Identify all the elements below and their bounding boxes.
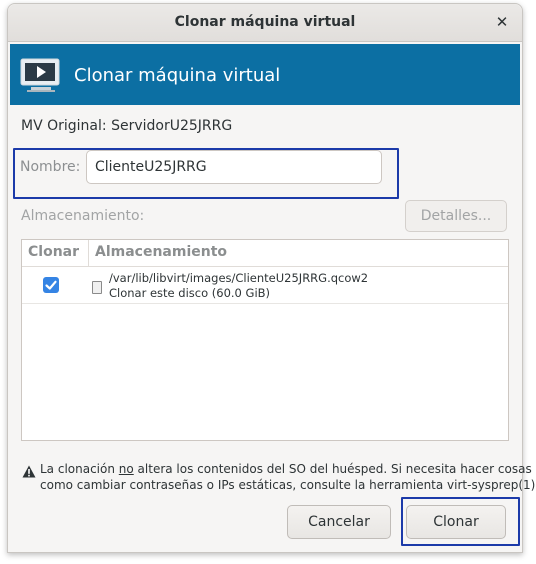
close-icon[interactable]: ✕ <box>494 14 510 30</box>
column-header-clone[interactable]: Clonar <box>28 244 79 260</box>
storage-table: Clonar Almacenamiento /var/lib/libvirt/i… <box>21 239 509 441</box>
name-label: Nombre: <box>20 159 81 175</box>
original-vm-label: MV Original: <box>21 118 107 134</box>
warning-text-emphasis: no <box>118 462 134 476</box>
vm-screen-icon <box>20 58 60 92</box>
disk-path: /var/lib/libvirt/images/ClienteU25JRRG.q… <box>109 271 369 285</box>
storage-label: Almacenamiento: <box>21 208 145 224</box>
table-row[interactable]: /var/lib/libvirt/images/ClienteU25JRRG.q… <box>22 267 508 304</box>
header-banner: Clonar máquina virtual <box>10 44 520 105</box>
title-bar: Clonar máquina virtual ✕ <box>8 4 522 42</box>
banner-title: Clonar máquina virtual <box>74 65 281 86</box>
cancel-button[interactable]: Cancelar <box>287 505 391 539</box>
disk-file-icon <box>92 281 102 294</box>
details-button[interactable]: Detalles... <box>405 200 507 232</box>
clone-vm-dialog: Clonar máquina virtual ✕ Clonar máquina … <box>7 3 536 553</box>
disk-description: Clonar este disco (60.0 GiB) <box>109 286 271 300</box>
warning-text-start: La clonación <box>40 462 119 476</box>
warning-text-line-1: La clonación no altera los contenidos de… <box>40 462 532 476</box>
warning-text-line-2: como cambiar contraseñas o IPs estáticas… <box>40 478 536 492</box>
table-header: Clonar Almacenamiento <box>22 240 508 267</box>
warning-text-end: altera los contenidos del SO del huésped… <box>133 462 532 476</box>
original-vm-value: ServidorU25JRRG <box>111 118 233 134</box>
clone-checkbox[interactable] <box>43 277 59 293</box>
window-title: Clonar máquina virtual <box>174 14 356 30</box>
clone-button[interactable]: Clonar <box>406 505 506 539</box>
column-header-storage[interactable]: Almacenamiento <box>95 244 227 260</box>
name-input[interactable] <box>86 150 382 184</box>
original-vm-line: MV Original: ServidorU25JRRG <box>21 118 232 134</box>
column-divider <box>88 240 89 266</box>
warning-icon <box>22 465 36 478</box>
check-icon <box>45 280 57 290</box>
